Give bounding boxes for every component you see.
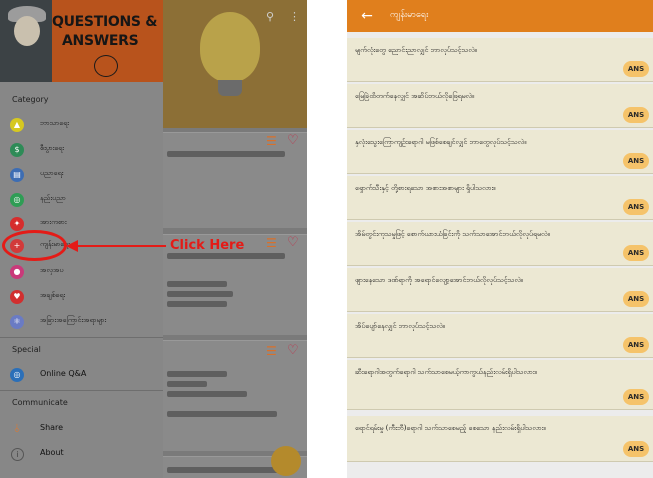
menu-item-online-qa[interactable]: ◎ Online Q&A <box>0 365 163 387</box>
books-icon: ▤ <box>10 168 24 182</box>
question-text: မြေခြဲထိတက်နေလျှင် အဆိပ်ဘယ်လိုဖြေရမလဲ။ <box>355 92 475 100</box>
pagoda-icon: ▲ <box>10 118 24 132</box>
click-here-annotation: Click Here <box>170 238 245 253</box>
heart-icon: ♥ <box>10 290 24 304</box>
menu-item-love[interactable]: ♥ အချစ်ရေး <box>0 287 163 309</box>
question-text: အိမ်တွင်းကုသမှုဖြင့် စောက်ယားယံခြင်းကို … <box>355 230 550 238</box>
question-text: ဖျားနေသော ဒဏ်ရာကို အရောင်လျော့အောင်ဘယ်လိ… <box>355 276 524 284</box>
lipstick-icon: ● <box>10 265 24 279</box>
menu-item-label: Online Q&A <box>40 369 87 378</box>
left-phone-screen: ⚲ ⋮ ☰ ♡ ☰ ♡ ☰ ♡ QUESTIONS & ANSWERS Cate… <box>0 0 307 478</box>
divider <box>0 337 163 338</box>
pen-icon <box>94 55 118 77</box>
runner-icon: ✦ <box>10 217 24 231</box>
background-card <box>163 340 307 451</box>
background-card <box>163 132 307 228</box>
menu-item-label: အားကစား <box>40 218 67 226</box>
menu-item-share[interactable]: ⫰ Share <box>0 419 163 441</box>
answer-button[interactable]: ANS <box>623 389 649 405</box>
answer-button[interactable]: ANS <box>623 441 649 457</box>
share-icon: ⫰ <box>14 422 20 435</box>
answer-button[interactable]: ANS <box>623 291 649 307</box>
question-text: ဆီးရောဂါအတွက်ရောဂါ သက်သာစေမယ့်ကာကွယ်နည်း… <box>355 368 537 376</box>
menu-item-about[interactable]: i About <box>0 444 163 466</box>
menu-item-label: Share <box>40 423 64 432</box>
question-text: နှလုံးသွေးကြောကျဉ်းရောဂါ မဖြစ်စေချင်လျှင… <box>355 138 527 146</box>
drawer-header: QUESTIONS & ANSWERS <box>0 0 163 82</box>
atom-icon: ⚛ <box>10 315 24 329</box>
question-card[interactable]: မြေခြဲထိတက်နေလျှင် အဆိပ်ဘယ်လိုဖြေရမလဲ။ AN… <box>347 84 653 128</box>
info-icon: i <box>11 448 24 461</box>
question-text: အိပ်ပျော်နေလျှင် ဘာလုပ်သင့်သလဲ။ <box>355 322 445 330</box>
logo-face <box>14 16 40 46</box>
heart-icon[interactable]: ♡ <box>287 235 299 250</box>
menu-item-technology[interactable]: ◎ နည်းပညာ <box>0 190 163 212</box>
menu-item-label: အချစ်ရေး <box>40 291 66 299</box>
search-icon[interactable]: ⚲ <box>266 10 274 23</box>
question-text: ရောင်ရမ်းမှု (ကီးဘီ)ရောဂါ သက်သာစေမည့် စေ… <box>355 424 546 432</box>
share-icon[interactable]: ☰ <box>266 344 277 358</box>
menu-item-label: နည်းပညာ <box>40 194 66 202</box>
question-card[interactable]: အိပ်ပျော်နေလျှင် ဘာလုပ်သင့်သလဲ။ ANS <box>347 314 653 358</box>
menu-item-beauty[interactable]: ● အလှအပ <box>0 262 163 284</box>
menu-item-business[interactable]: $ စီးပွားရေး <box>0 140 163 162</box>
question-text: မျက်လုံးတွေ ညောင်းညာလျှင် ဘာလုပ်သင့်သလဲ။ <box>355 46 477 54</box>
menu-item-label: ဘာသာရေး <box>40 119 69 127</box>
app-bar: ← ကျန်းမာရေး <box>347 0 653 32</box>
lightbulb-base <box>218 80 242 96</box>
section-title-special: Special <box>12 345 41 354</box>
answer-button[interactable]: ANS <box>623 107 649 123</box>
answer-button[interactable]: ANS <box>623 61 649 77</box>
menu-item-education[interactable]: ▤ ပညာရေး <box>0 165 163 187</box>
logo-title-line1: QUESTIONS & <box>52 14 158 30</box>
question-text: ရှောက်သီးနှင့် တို့စားရသော အစားအစာများ ရ… <box>355 184 496 192</box>
menu-item-label: ပညာရေး <box>40 169 64 177</box>
menu-item-religion[interactable]: ▲ ဘာသာရေး <box>0 115 163 137</box>
menu-item-label: About <box>40 448 64 457</box>
logo-figure <box>0 0 52 82</box>
question-card[interactable]: ဆီးရောဂါအတွက်ရောဂါ သက်သာစေမယ့်ကာကွယ်နည်း… <box>347 360 653 410</box>
question-card[interactable]: ရှောက်သီးနှင့် တို့စားရသော အစားအစာများ ရ… <box>347 176 653 220</box>
section-title-category: Category <box>12 95 49 104</box>
menu-item-label: အလှအပ <box>40 266 64 274</box>
share-icon[interactable]: ☰ <box>266 236 277 250</box>
section-title-communicate: Communicate <box>12 398 68 407</box>
globe-icon: ◎ <box>10 368 24 382</box>
menu-item-label: အခြားအကြောင်းအရာများ <box>40 316 107 324</box>
heart-icon[interactable]: ♡ <box>287 133 299 148</box>
divider <box>0 390 163 391</box>
answer-button[interactable]: ANS <box>623 199 649 215</box>
logo-title-line2: ANSWERS <box>62 33 139 49</box>
highlight-circle <box>2 230 67 261</box>
lightbulb-image <box>200 12 260 82</box>
question-card[interactable]: ဖျားနေသော ဒဏ်ရာကို အရောင်လျော့အောင်ဘယ်လိ… <box>347 268 653 312</box>
question-card[interactable]: အိမ်တွင်းကုသမှုဖြင့် စောက်ယားယံခြင်းကို … <box>347 222 653 266</box>
back-arrow-icon[interactable]: ← <box>357 6 377 26</box>
more-vert-icon[interactable]: ⋮ <box>289 10 300 23</box>
answer-button[interactable]: ANS <box>623 337 649 353</box>
heart-icon[interactable]: ♡ <box>287 343 299 358</box>
right-phone-screen: ← ကျန်းမာရေး မျက်လုံးတွေ ညောင်းညာလျှင် ဘ… <box>347 0 653 478</box>
share-icon[interactable]: ☰ <box>266 134 277 148</box>
question-card[interactable]: မျက်လုံးတွေ ညောင်းညာလျှင် ဘာလုပ်သင့်သလဲ။… <box>347 38 653 82</box>
question-card[interactable]: ရောင်ရမ်းမှု (ကီးဘီ)ရောဂါ သက်သာစေမည့် စေ… <box>347 416 653 462</box>
answer-button[interactable]: ANS <box>623 245 649 261</box>
question-card[interactable]: နှလုံးသွေးကြောကျဉ်းရောဂါ မဖြစ်စေချင်လျှင… <box>347 130 653 174</box>
avatar[interactable] <box>271 446 301 476</box>
globe-icon: ◎ <box>10 193 24 207</box>
menu-item-label: စီးပွားရေး <box>40 144 64 152</box>
question-list: မျက်လုံးတွေ ညောင်းညာလျှင် ဘာလုပ်သင့်သလဲ။… <box>347 32 653 478</box>
page-title: ကျန်းမာရေး <box>390 10 429 20</box>
arrow-left-icon <box>66 240 166 252</box>
answer-button[interactable]: ANS <box>623 153 649 169</box>
money-bag-icon: $ <box>10 143 24 157</box>
menu-item-others[interactable]: ⚛ အခြားအကြောင်းအရာများ <box>0 312 163 334</box>
